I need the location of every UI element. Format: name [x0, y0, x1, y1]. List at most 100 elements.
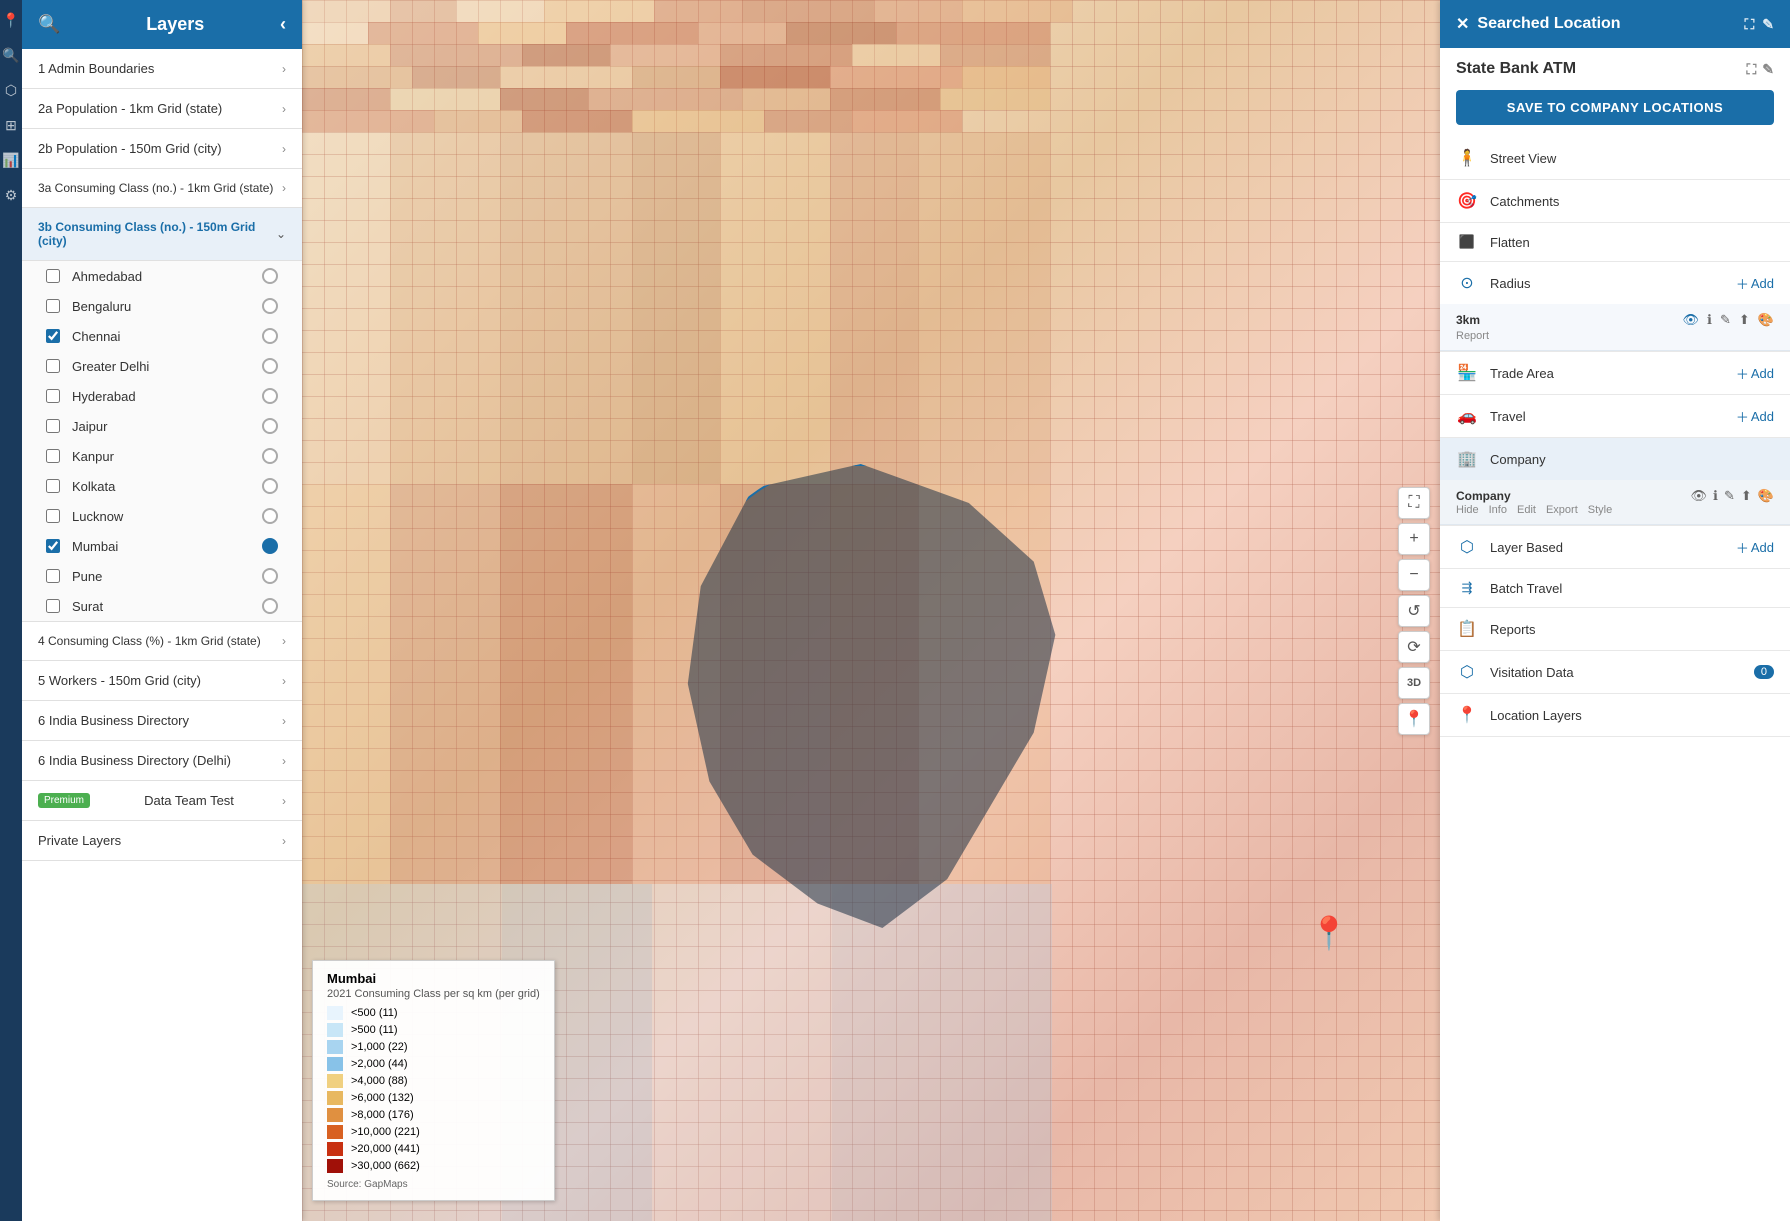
location-layers-row[interactable]: 📍 Location Layers — [1440, 694, 1790, 736]
city-row-jaipur[interactable]: Jaipur — [22, 411, 302, 441]
layer-item-pop1km[interactable]: 2a Population - 1km Grid (state) › — [22, 89, 302, 129]
nav-icon-search[interactable]: 🔍 — [2, 47, 19, 64]
my-location-button[interactable]: 📍 — [1398, 703, 1430, 735]
zoom-in-button[interactable]: + — [1398, 523, 1430, 555]
radio-hyderabad[interactable] — [262, 388, 278, 404]
checkbox-ahmedabad[interactable] — [46, 269, 60, 283]
visitation-row[interactable]: ⬡ Visitation Data 0 — [1440, 651, 1790, 693]
radio-lucknow[interactable] — [262, 508, 278, 524]
batch-travel-row[interactable]: ⇶ Batch Travel — [1440, 569, 1790, 607]
checkbox-chennai[interactable] — [46, 329, 60, 343]
refresh-button[interactable]: ⟳ — [1398, 631, 1430, 663]
company-action-style[interactable]: Style — [1588, 504, 1612, 516]
radius-export-icon[interactable]: ⬆ — [1739, 312, 1750, 328]
radio-mumbai[interactable] — [262, 538, 278, 554]
checkbox-mumbai[interactable] — [46, 539, 60, 553]
radius-info-icon[interactable]: ℹ — [1707, 312, 1712, 328]
checkbox-bengaluru[interactable] — [46, 299, 60, 313]
reset-button[interactable]: ↺ — [1398, 595, 1430, 627]
radio-ahmedabad[interactable] — [262, 268, 278, 284]
nav-icon-location[interactable]: 📍 — [2, 12, 19, 29]
city-row-bengaluru[interactable]: Bengaluru — [22, 291, 302, 321]
close-button[interactable]: ✕ — [1456, 14, 1469, 34]
radio-kanpur[interactable] — [262, 448, 278, 464]
radio-pune[interactable] — [262, 568, 278, 584]
city-row-ahmedabad[interactable]: Ahmedabad — [22, 261, 302, 291]
city-row-kanpur[interactable]: Kanpur — [22, 441, 302, 471]
city-row-hyderabad[interactable]: Hyderabad — [22, 381, 302, 411]
radio-bengaluru[interactable] — [262, 298, 278, 314]
radius-add-button[interactable]: ＋ Add — [1736, 274, 1774, 293]
layer-item-india-biz-delhi[interactable]: 6 India Business Directory (Delhi) › — [22, 741, 302, 781]
radio-chennai[interactable] — [262, 328, 278, 344]
layer-item-private[interactable]: Private Layers › — [22, 821, 302, 861]
city-row-chennai[interactable]: Chennai — [22, 321, 302, 351]
layer-item-workers[interactable]: 5 Workers - 150m Grid (city) › — [22, 661, 302, 701]
layer-based-add-button[interactable]: ＋ Add — [1736, 538, 1774, 557]
company-export-icon[interactable]: ⬆ — [1741, 488, 1752, 504]
map-area[interactable]: Mumbai 2021 Consuming Class per sq km (p… — [302, 0, 1440, 1221]
city-row-mumbai[interactable]: Mumbai — [22, 531, 302, 561]
layer-item-pop150m[interactable]: 2b Population - 150m Grid (city) › — [22, 129, 302, 169]
flatten-row[interactable]: ⬛ Flatten — [1440, 223, 1790, 261]
edit-header-icon[interactable]: ✎ — [1762, 16, 1774, 33]
zoom-out-button[interactable]: − — [1398, 559, 1430, 591]
nav-icon-settings[interactable]: ⚙ — [5, 187, 18, 204]
radio-surat[interactable] — [262, 598, 278, 614]
radio-jaipur[interactable] — [262, 418, 278, 434]
save-to-company-button[interactable]: SAVE TO COMPANY LOCATIONS — [1456, 90, 1774, 125]
sidebar-search-icon[interactable]: 🔍 — [38, 14, 60, 35]
city-row-surat[interactable]: Surat — [22, 591, 302, 621]
radio-greater-delhi[interactable] — [262, 358, 278, 374]
company-action-hide[interactable]: Hide — [1456, 504, 1479, 516]
layer-item-consuming150m[interactable]: 3b Consuming Class (no.) - 150m Grid (ci… — [22, 208, 302, 261]
sidebar-collapse-icon[interactable]: ‹ — [280, 14, 286, 35]
city-row-pune[interactable]: Pune — [22, 561, 302, 591]
3d-view-button[interactable]: 3D — [1398, 667, 1430, 699]
pencil-icon[interactable]: ✎ — [1762, 61, 1774, 78]
radius-row[interactable]: ⊙ Radius ＋ Add — [1440, 262, 1790, 304]
company-row[interactable]: 🏢 Company — [1440, 438, 1790, 480]
travel-row[interactable]: 🚗 Travel ＋ Add — [1440, 395, 1790, 437]
trade-area-add-button[interactable]: ＋ Add — [1736, 364, 1774, 383]
reports-row[interactable]: 📋 Reports — [1440, 608, 1790, 650]
checkbox-kanpur[interactable] — [46, 449, 60, 463]
company-action-info[interactable]: Info — [1489, 504, 1507, 516]
resize-icon[interactable]: ⛶ — [1746, 61, 1756, 78]
city-row-lucknow[interactable]: Lucknow — [22, 501, 302, 531]
company-action-export[interactable]: Export — [1546, 504, 1578, 516]
company-action-edit[interactable]: Edit — [1517, 504, 1536, 516]
catchments-row[interactable]: 🎯 Catchments — [1440, 180, 1790, 222]
company-edit-icon[interactable]: ✎ — [1724, 488, 1735, 504]
company-style-icon[interactable]: 🎨 — [1758, 488, 1774, 504]
layer-item-consuming1km[interactable]: 3a Consuming Class (no.) - 1km Grid (sta… — [22, 169, 302, 208]
checkbox-greater-delhi[interactable] — [46, 359, 60, 373]
layer-item-data-team[interactable]: Premium Data Team Test › — [22, 781, 302, 821]
travel-add-button[interactable]: ＋ Add — [1736, 407, 1774, 426]
company-hide-icon[interactable]: 👁 — [1691, 488, 1708, 504]
trade-area-row[interactable]: 🏪 Trade Area ＋ Add — [1440, 352, 1790, 394]
layer-item-india-biz[interactable]: 6 India Business Directory › — [22, 701, 302, 741]
city-row-greater-delhi[interactable]: Greater Delhi — [22, 351, 302, 381]
checkbox-surat[interactable] — [46, 599, 60, 613]
radio-kolkata[interactable] — [262, 478, 278, 494]
checkbox-jaipur[interactable] — [46, 419, 60, 433]
company-info-icon[interactable]: ℹ — [1713, 488, 1718, 504]
street-view-row[interactable]: 🧍 Street View — [1440, 137, 1790, 179]
layer-based-row[interactable]: ⬡ Layer Based ＋ Add — [1440, 526, 1790, 568]
city-row-kolkata[interactable]: Kolkata — [22, 471, 302, 501]
layer-item-consuming-pct[interactable]: 4 Consuming Class (%) - 1km Grid (state)… — [22, 622, 302, 661]
nav-icon-grid[interactable]: ⊞ — [5, 117, 17, 134]
nav-icon-chart[interactable]: 📊 — [2, 152, 19, 169]
fullscreen-button[interactable]: ⛶ — [1398, 487, 1430, 519]
expand-icon[interactable]: ⛶ — [1744, 16, 1754, 33]
checkbox-hyderabad[interactable] — [46, 389, 60, 403]
layer-item-admin[interactable]: 1 Admin Boundaries › — [22, 49, 302, 89]
radius-eye-icon[interactable]: 👁 — [1683, 312, 1700, 328]
nav-icon-layers[interactable]: ⬡ — [5, 82, 17, 99]
radius-style-icon[interactable]: 🎨 — [1758, 312, 1774, 328]
checkbox-pune[interactable] — [46, 569, 60, 583]
checkbox-lucknow[interactable] — [46, 509, 60, 523]
checkbox-kolkata[interactable] — [46, 479, 60, 493]
radius-edit-icon[interactable]: ✎ — [1720, 312, 1731, 328]
